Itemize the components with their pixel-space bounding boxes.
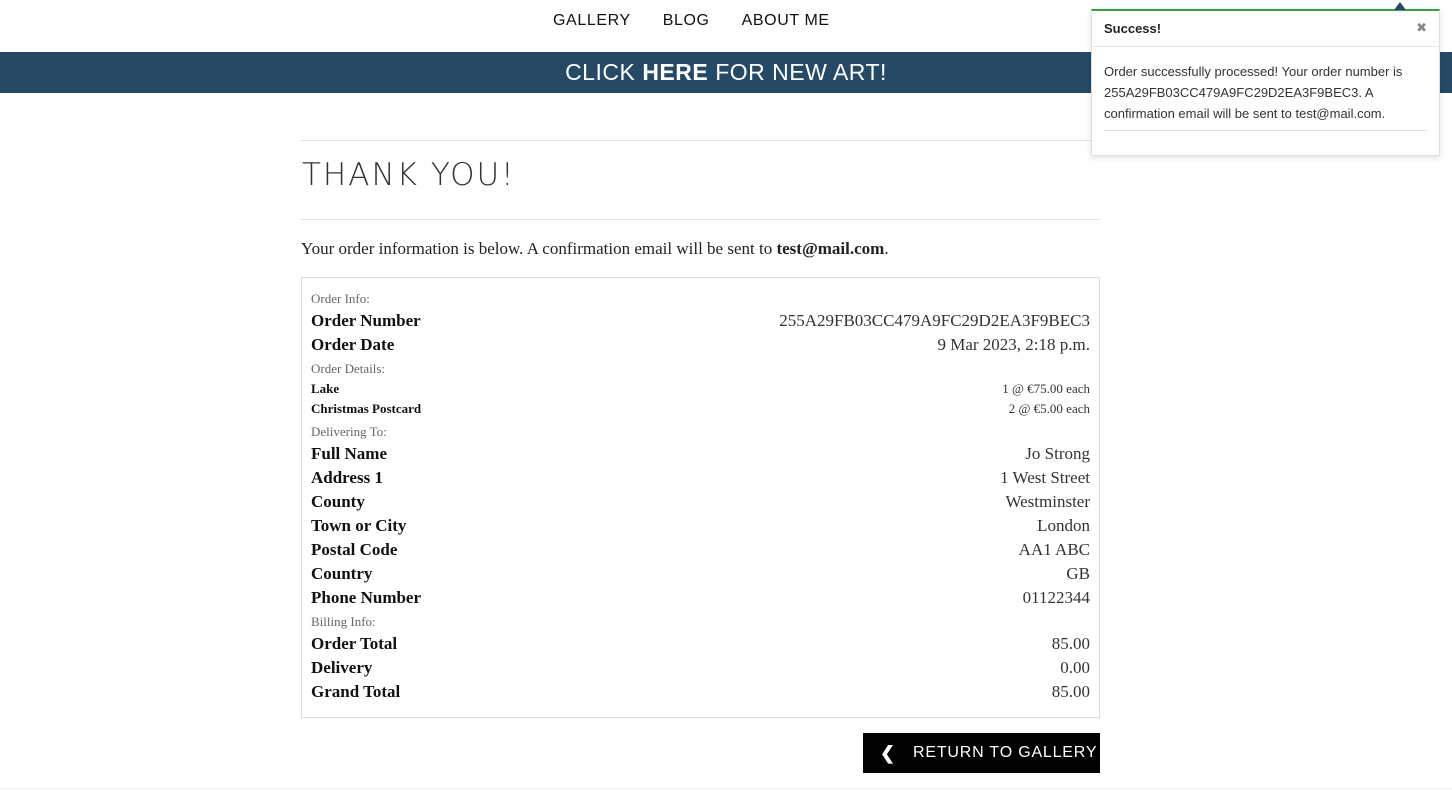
item-qty-price: 2 @ €5.00 each [1008, 401, 1090, 416]
delivery-row: Full Name Jo Strong [311, 444, 1090, 468]
row-key: Order Date [311, 335, 395, 354]
intro-text-body: Your order information is below. A confi… [301, 239, 777, 258]
item-name: Christmas Postcard [311, 401, 422, 416]
banner-here-link[interactable]: HERE [642, 59, 708, 86]
toast-title: Success! [1104, 21, 1162, 36]
nav-links: GALLERY BLOG ABOUT ME [553, 12, 830, 30]
row-value: London [1037, 516, 1090, 535]
nav-link-gallery[interactable]: GALLERY [553, 12, 631, 30]
nav-link-blog[interactable]: BLOG [663, 12, 710, 30]
banner-prefix: CLICK [565, 59, 636, 85]
order-info-row: Order Date 9 Mar 2023, 2:18 p.m. [311, 335, 1090, 359]
row-key: Order Total [311, 634, 398, 653]
row-key: Delivery [311, 658, 373, 677]
row-value: Jo Strong [1025, 444, 1090, 463]
row-value: AA1 ABC [1018, 540, 1090, 559]
order-details-label: Order Details: [311, 361, 386, 376]
delivery-row: County Westminster [311, 492, 1090, 516]
row-key: Town or City [311, 516, 407, 535]
order-item-row: Christmas Postcard 2 @ €5.00 each [311, 401, 1090, 421]
divider [301, 219, 1100, 220]
intro-text-end: . [884, 239, 889, 258]
return-to-gallery-button[interactable]: ❮ RETURN TO GALLERY [863, 733, 1100, 773]
row-key: Country [311, 564, 373, 583]
delivery-row: Country GB [311, 564, 1090, 588]
delivery-row: Postal Code AA1 ABC [311, 540, 1090, 564]
close-icon[interactable]: ✖ [1416, 21, 1427, 36]
order-info-label: Order Info: [311, 291, 370, 306]
row-value: 01122344 [1022, 588, 1090, 607]
page-title: THANK YOU! [302, 157, 516, 193]
order-item-row: Lake 1 @ €75.00 each [311, 381, 1090, 401]
row-key: Grand Total [311, 682, 401, 701]
item-name: Lake [311, 381, 340, 396]
row-key: Postal Code [311, 540, 398, 559]
row-key: County [311, 492, 365, 511]
banner-suffix: FOR NEW ART! [715, 59, 887, 85]
row-key: Address 1 [311, 468, 383, 487]
order-summary-box: Order Info: Order Number 255A29FB03CC479… [301, 277, 1100, 718]
row-value: 0.00 [1060, 658, 1090, 677]
intro-text: Your order information is below. A confi… [301, 239, 1100, 277]
delivery-row: Town or City London [311, 516, 1090, 540]
row-value: Westminster [1005, 492, 1090, 511]
return-button-label: RETURN TO GALLERY [913, 744, 1098, 761]
checkout-success-content: THANK YOU! Your order information is bel… [301, 140, 1100, 718]
order-info-row: Order Number 255A29FB03CC479A9FC29D2EA3F… [311, 311, 1090, 335]
billing-row: Grand Total 85.00 [311, 682, 1090, 706]
billing-row: Order Total 85.00 [311, 634, 1090, 658]
row-value: 9 Mar 2023, 2:18 p.m. [937, 335, 1090, 354]
row-key: Order Number [311, 311, 421, 330]
success-toast: Success! ✖ Order successfully processed!… [1091, 2, 1440, 156]
intro-email: test@mail.com [776, 239, 885, 258]
footer-divider [0, 788, 1452, 789]
delivery-row: Address 1 1 West Street [311, 468, 1090, 492]
toast-message: Order successfully processed! Your order… [1104, 61, 1427, 131]
row-value: 85.00 [1051, 634, 1090, 653]
row-value: 1 West Street [1000, 468, 1090, 487]
row-value: GB [1066, 564, 1090, 583]
row-key: Full Name [311, 444, 388, 463]
toast-header: Success! ✖ [1092, 11, 1439, 47]
delivering-to-label: Delivering To: [311, 424, 387, 439]
chevron-left-icon: ❮ [880, 742, 896, 763]
nav-link-about-me[interactable]: ABOUT ME [742, 12, 830, 30]
row-key: Phone Number [311, 588, 422, 607]
item-qty-price: 1 @ €75.00 each [1002, 381, 1090, 396]
toast-arrow [1394, 2, 1406, 10]
billing-row: Delivery 0.00 [311, 658, 1090, 682]
delivery-row: Phone Number 01122344 [311, 588, 1090, 612]
row-value: 255A29FB03CC479A9FC29D2EA3F9BEC3 [779, 311, 1090, 330]
row-value: 85.00 [1051, 682, 1090, 701]
billing-info-label: Billing Info: [311, 614, 376, 629]
